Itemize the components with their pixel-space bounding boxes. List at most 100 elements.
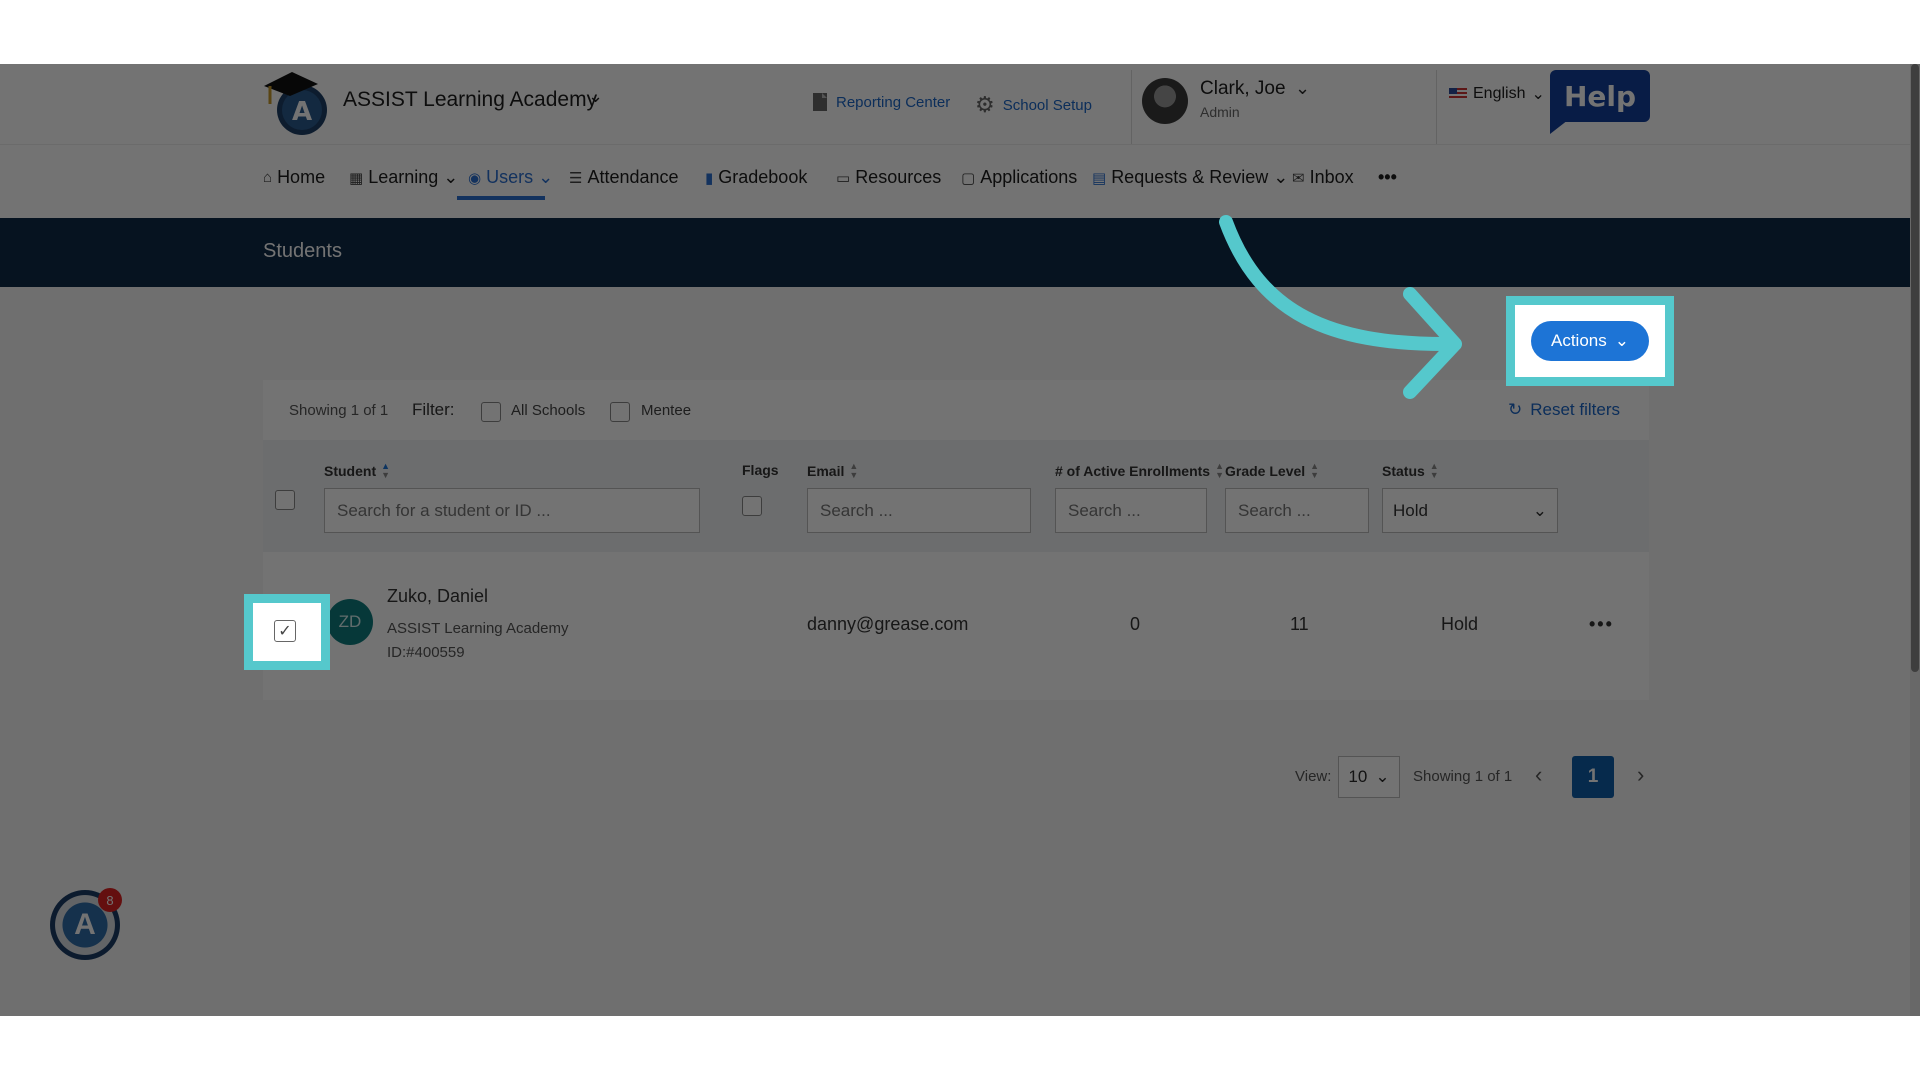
column-header-email[interactable]: Email ▲ ▼ (807, 462, 858, 480)
chevron-down-icon: ⌄ (1532, 500, 1547, 520)
grade-level-value: 11 (1290, 614, 1309, 634)
page-title: Students (263, 240, 342, 262)
student-search-input[interactable] (324, 488, 700, 533)
student-school: ASSIST Learning Academy (387, 620, 569, 637)
inbox-tray-icon: ▭ (836, 169, 851, 187)
chevron-down-icon: ⌄ (1273, 167, 1289, 187)
nav-item-resources[interactable]: ▭ Resources (836, 167, 941, 188)
active-tab-indicator (457, 196, 545, 200)
enrollments-search-input[interactable] (1055, 488, 1207, 533)
user-circle-icon: ◉ (468, 169, 482, 187)
table-header: Student ▲▼ Flags Email ▲▼ # of Active En… (263, 440, 1649, 552)
language-selector[interactable]: English ⌄ (1449, 84, 1545, 104)
column-header-student[interactable]: Student ▲ ▼ (324, 462, 390, 480)
status-filter-select[interactable]: Hold ⌄ (1382, 488, 1558, 533)
app-window: A ASSIST Learning Academy ⌄ Reporting Ce… (0, 64, 1920, 1016)
chevron-down-icon: ⌄ (1614, 331, 1629, 350)
chevron-down-icon: ⌄ (443, 167, 459, 187)
nav-item-label: Applications (980, 167, 1078, 187)
column-label: Student (324, 463, 377, 479)
column-header-enrollments[interactable]: # of Active Enrollments ▲ ▼ (1055, 462, 1224, 480)
nav-item-learning[interactable]: ▦ Learning ⌄ (349, 167, 458, 188)
school-logo[interactable]: A (262, 66, 334, 140)
nav-item-label: Attendance (587, 167, 679, 187)
actions-label: Actions (1551, 331, 1607, 350)
main-nav: ⌂ Home ▦ Learning ⌄ ◉ Users ⌄ ☰ Attendan… (0, 144, 1920, 218)
column-header-flags: Flags (742, 462, 779, 478)
chevron-down-icon: ⌄ (1531, 86, 1545, 103)
all-schools-label: All Schools (511, 402, 586, 419)
top-header: A ASSIST Learning Academy ⌄ Reporting Ce… (0, 64, 1920, 144)
reset-filters-link[interactable]: ↻ Reset filters (1508, 400, 1620, 420)
next-page-button[interactable]: › (1637, 762, 1644, 788)
nav-item-inbox[interactable]: ✉ Inbox (1292, 167, 1354, 188)
us-flag-icon (1449, 88, 1467, 100)
pagination-summary: Showing 1 of 1 (1413, 768, 1513, 785)
user-name[interactable]: Clark, Joe (1200, 78, 1286, 100)
student-name[interactable]: Zuko, Daniel (387, 586, 488, 607)
nav-item-home[interactable]: ⌂ Home (263, 167, 325, 188)
nav-item-users[interactable]: ◉ Users ⌄ (468, 167, 553, 188)
all-schools-checkbox[interactable] (481, 402, 501, 422)
nav-item-gradebook[interactable]: ▮ Gradebook (705, 167, 807, 188)
table-row[interactable]: ZD Zuko, Daniel ASSIST Learning Academy … (263, 560, 1649, 695)
school-setup-label: School Setup (1002, 96, 1092, 114)
previous-page-button[interactable]: ‹ (1535, 762, 1542, 788)
chevron-down-icon: ⌄ (538, 167, 554, 187)
sort-icon: ▲ ▼ (381, 461, 391, 480)
reporting-center-label: Reporting Center (836, 93, 951, 111)
school-setup-link[interactable]: ⚙ School Setup (975, 92, 1092, 118)
refresh-icon: ↻ (1508, 400, 1523, 419)
nav-item-label: Users (486, 167, 534, 187)
nav-item-requests-review[interactable]: ▤ Requests & Review ⌄ (1092, 167, 1288, 188)
mentee-checkbox[interactable] (610, 402, 630, 422)
actions-button[interactable]: Actions ⌄ (1531, 321, 1649, 361)
clipboard-icon: ▤ (1092, 169, 1107, 187)
grade-level-search-input[interactable] (1225, 488, 1369, 533)
more-menu-button[interactable]: ••• (1378, 167, 1397, 188)
assistant-logo-icon: A (74, 908, 96, 941)
page-size-select[interactable]: 10 ⌄ (1338, 756, 1400, 798)
chevron-down-icon[interactable]: ⌄ (588, 86, 603, 107)
nav-item-label: Home (277, 167, 326, 187)
students-table-card: Showing 1 of 1 Filter: All Schools Mente… (263, 380, 1649, 700)
help-bubble-tail (1550, 120, 1568, 134)
user-role: Admin (1200, 104, 1240, 120)
nav-item-applications[interactable]: ▢ Applications (961, 167, 1077, 188)
chevron-down-icon[interactable]: ⌄ (1295, 78, 1310, 99)
row-more-button[interactable]: ••• (1589, 614, 1614, 635)
flags-filter-checkbox[interactable] (742, 496, 762, 516)
filter-label: Filter: (412, 400, 455, 419)
divider (1131, 70, 1132, 144)
page-size-value: 10 (1348, 767, 1368, 786)
nav-item-label: Resources (855, 167, 942, 187)
column-header-grade-level[interactable]: Grade Level ▲ ▼ (1225, 462, 1319, 480)
column-header-status[interactable]: Status ▲ ▼ (1382, 462, 1439, 480)
help-button[interactable]: Help (1550, 70, 1650, 122)
sort-icon: ▲ ▼ (1310, 461, 1320, 480)
sort-icon: ▲ ▼ (1429, 461, 1439, 480)
sort-icon: ▲ ▼ (1215, 461, 1224, 480)
nav-item-label: Requests & Review (1111, 167, 1269, 187)
page-number-button[interactable]: 1 (1572, 756, 1614, 798)
row-select-checkbox[interactable]: ✓ (274, 620, 296, 642)
chevron-down-icon: ⌄ (1375, 767, 1390, 786)
select-all-checkbox[interactable] (275, 490, 295, 510)
column-label: # of Active Enrollments (1055, 463, 1211, 479)
avatar[interactable] (1142, 78, 1188, 124)
house-icon: ⌂ (263, 169, 273, 186)
grid-icon: ▦ (349, 169, 364, 187)
email-search-input[interactable] (807, 488, 1031, 533)
student-avatar: ZD (327, 599, 373, 645)
status-filter-value: Hold (1393, 500, 1428, 520)
column-label: Status (1382, 463, 1425, 479)
svg-text:A: A (292, 97, 312, 127)
reporting-center-link[interactable]: Reporting Center (812, 92, 950, 112)
nav-item-label: Inbox (1309, 167, 1354, 187)
nav-item-label: Gradebook (718, 167, 808, 187)
language-label: English (1473, 85, 1526, 102)
school-name[interactable]: ASSIST Learning Academy (343, 88, 597, 112)
column-label: Grade Level (1225, 463, 1306, 479)
scrollbar-thumb[interactable] (1911, 64, 1919, 672)
nav-item-attendance[interactable]: ☰ Attendance (569, 167, 679, 188)
